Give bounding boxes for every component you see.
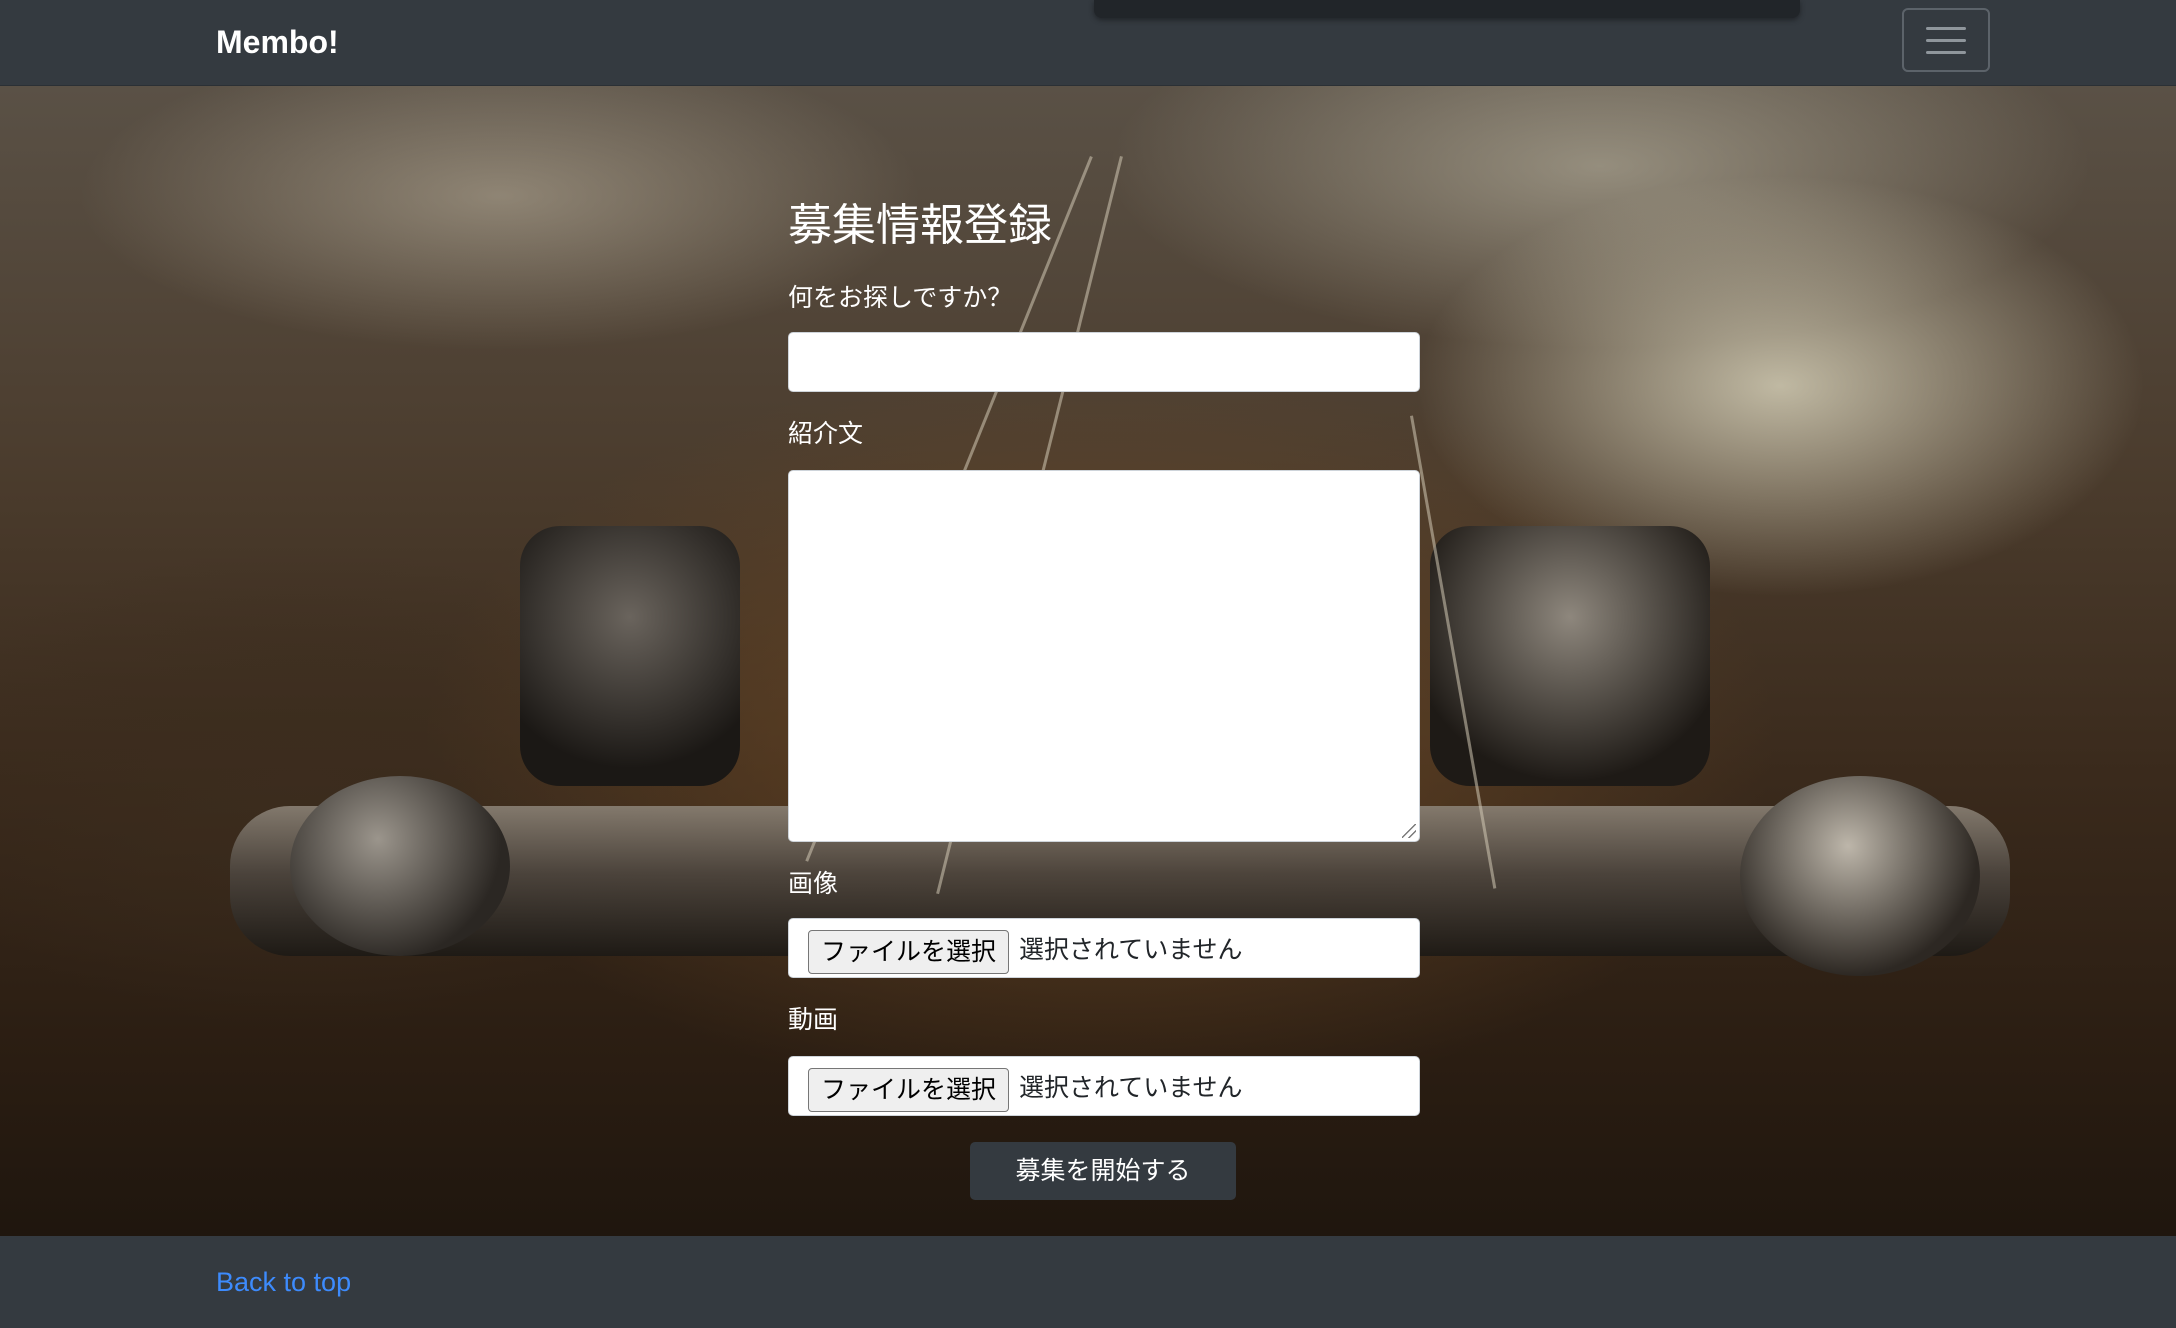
guitar-knob-right-image: [1740, 776, 1980, 976]
hero-background: 募集情報登録 何をお探しですか？ 紹介文 画像 ファイルを選択 選択されていませ…: [0, 86, 2176, 1236]
resize-grip-icon[interactable]: [1402, 824, 1416, 838]
image-label: 画像: [788, 869, 839, 898]
video-file-status: 選択されていません: [1019, 1073, 1243, 1102]
intro-textarea[interactable]: [788, 470, 1420, 842]
looking-for-input[interactable]: [788, 332, 1420, 392]
guitar-knob-left-image: [290, 776, 510, 956]
guitar-saddle-right-image: [1430, 526, 1710, 786]
guitar-saddle-left-image: [520, 526, 740, 786]
image-file-input[interactable]: ファイルを選択 選択されていません: [788, 918, 1420, 978]
footer: Back to top: [0, 1236, 2176, 1328]
video-file-button[interactable]: ファイルを選択: [808, 1068, 1010, 1112]
page-title: 募集情報登録: [788, 200, 1052, 251]
navbar: Membo!: [0, 0, 2176, 86]
looking-for-label: 何をお探しですか？: [788, 283, 1013, 312]
intro-label: 紹介文: [788, 419, 864, 448]
brand-logo[interactable]: Membo!: [216, 22, 339, 62]
guitar-string: [1410, 415, 1497, 889]
video-label: 動画: [788, 1005, 839, 1034]
start-recruit-button[interactable]: 募集を開始する: [970, 1142, 1236, 1200]
back-to-top-link[interactable]: Back to top: [216, 1264, 351, 1300]
image-file-status: 選択されていません: [1019, 935, 1243, 964]
image-file-button[interactable]: ファイルを選択: [808, 930, 1010, 974]
video-file-input[interactable]: ファイルを選択 選択されていません: [788, 1056, 1420, 1116]
top-popup-panel: [1094, 0, 1800, 18]
navbar-toggler-button[interactable]: [1902, 8, 1990, 72]
